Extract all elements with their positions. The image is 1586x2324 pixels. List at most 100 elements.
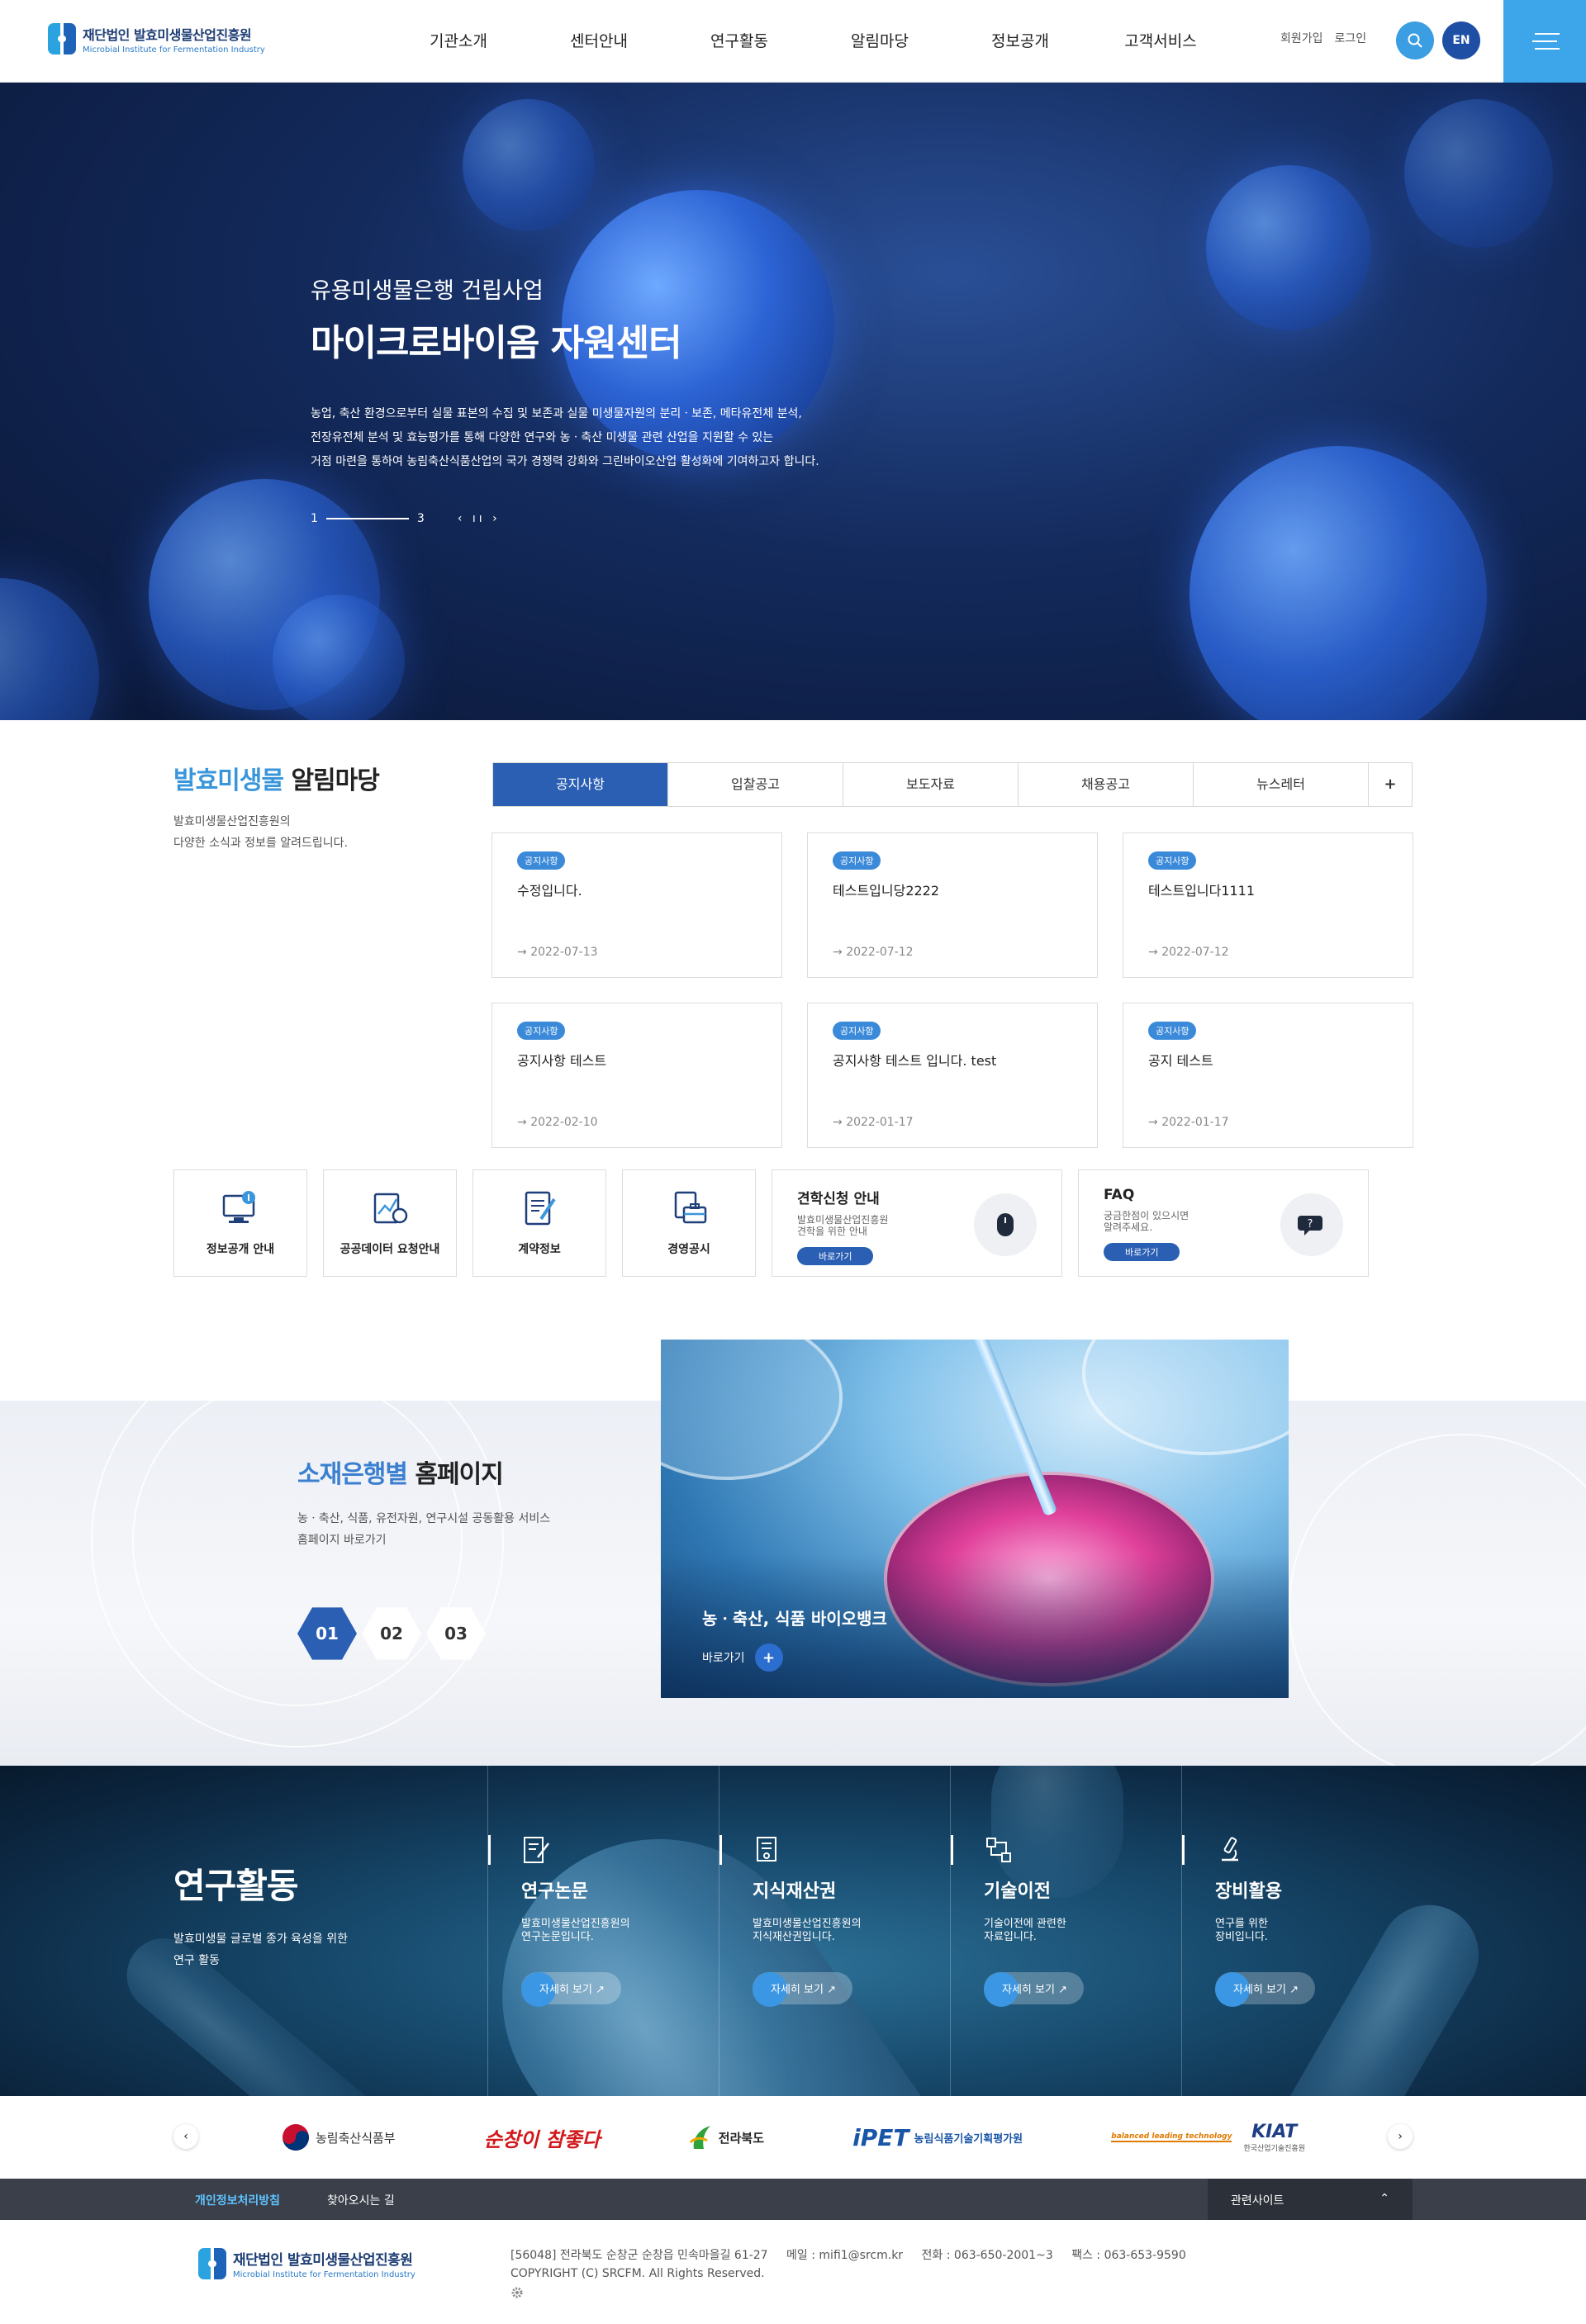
- quick-contract[interactable]: 계약정보: [472, 1169, 606, 1277]
- notice-card[interactable]: 공지사항 수정입니다. → 2022-07-13: [491, 832, 782, 978]
- notice-card-title: 공지사항 테스트: [517, 1053, 607, 1069]
- transfer-icon: [986, 1838, 1011, 1862]
- hero-subtitle: 유용미생물은행 건립사업: [311, 278, 544, 304]
- logo-title: 재단법인 발효미생물산업진흥원: [83, 26, 252, 43]
- biobank-caption: 농ㆍ축산, 식품 바이오뱅크: [702, 1609, 887, 1629]
- contract-pen-icon: [525, 1191, 556, 1226]
- hero-banner: 유용미생물은행 건립사업 마이크로바이옴 자원센터 농업, 축산 환경으로부터 …: [0, 83, 1586, 720]
- tab-more-button[interactable]: +: [1369, 763, 1412, 806]
- research-tech-more-button[interactable]: 자세히 보기 ↗: [984, 1972, 1084, 2007]
- quick-public-data[interactable]: 공공데이터 요청안내: [323, 1169, 457, 1277]
- notice-title: 발효미생물 알림마당: [173, 766, 380, 795]
- research-equipment: 장비활용 연구를 위한 장비입니다. 자세히 보기 ↗: [1181, 1766, 1413, 2096]
- research-heading: 연구활동 발효미생물 글로벌 종가 육성을 위한 연구 활동: [173, 1858, 348, 1971]
- notice-card-title: 테스트입니다1111: [1148, 883, 1256, 899]
- footer-email: 메일 : mifi1@srcm.kr: [786, 2249, 904, 2262]
- biobank-page-3[interactable]: 03: [426, 1607, 486, 1660]
- research-description: 발효미생물 글로벌 종가 육성을 위한 연구 활동: [173, 1933, 348, 1967]
- visit-go-button[interactable]: 바로가기: [797, 1247, 874, 1265]
- hamburger-icon: [1535, 33, 1560, 35]
- notice-badge: 공지사항: [1148, 851, 1197, 870]
- signup-link[interactable]: 회원가입: [1280, 30, 1323, 46]
- notice-card-date: → 2022-01-17: [1148, 1116, 1229, 1129]
- faq-box: FAQ 궁금한점이 있으시면 알려주세요. 바로가기 ?: [1078, 1169, 1369, 1277]
- biobank-more-link[interactable]: 바로가기 +: [702, 1643, 783, 1672]
- jeonbuk-mark-icon: [689, 2126, 710, 2149]
- tab-newsletter[interactable]: 뉴스레터: [1194, 763, 1369, 806]
- partner-jeonbuk-logo[interactable]: 전라북도: [689, 2124, 764, 2151]
- notice-card-title: 공지사항 테스트 입니다. test: [833, 1053, 997, 1069]
- directions-link[interactable]: 찾아오시는 길: [327, 2192, 395, 2208]
- tab-recruit[interactable]: 채용공고: [1019, 763, 1194, 806]
- privacy-policy-link[interactable]: 개인정보처리방침: [195, 2192, 280, 2208]
- nav-item-research[interactable]: 연구활동: [669, 0, 810, 83]
- footer-bar: 개인정보처리방침 찾아오시는 길 관련사이트 ⌃: [0, 2179, 1586, 2220]
- research-ip-more-button[interactable]: 자세히 보기 ↗: [753, 1972, 852, 2007]
- notice-card-date: → 2022-01-17: [833, 1116, 914, 1129]
- notice-card[interactable]: 공지사항 공지사항 테스트 → 2022-02-10: [491, 1003, 782, 1148]
- nav-item-disclosure[interactable]: 정보공개: [950, 0, 1090, 83]
- footer-tel: 전화 : 063-650-2001~3: [921, 2249, 1053, 2262]
- chat-question-icon: ?: [1298, 1216, 1322, 1236]
- quick-management[interactable]: 경영공시: [622, 1169, 756, 1277]
- nav-item-about[interactable]: 기관소개: [388, 0, 529, 83]
- footer-fax: 팩스 : 063-653-9590: [1071, 2249, 1186, 2262]
- notice-badge: 공지사항: [833, 851, 881, 870]
- notice-card-title: 수정입니다.: [517, 883, 582, 899]
- nav-item-customer[interactable]: 고객서비스: [1090, 0, 1231, 83]
- site-footer: 재단법인 발효미생물산업진흥원 Microbial Institute for …: [0, 2220, 1586, 2324]
- hero-page-total: 3: [416, 512, 425, 525]
- notice-card-date: → 2022-02-10: [517, 1116, 598, 1129]
- tab-press[interactable]: 보도자료: [843, 763, 1019, 806]
- hero-slide-controls[interactable]: ‹ ıı ›: [458, 512, 501, 525]
- tab-bid[interactable]: 입찰공고: [668, 763, 843, 806]
- hero-pagination: 1 3 ‹ ıı ›: [311, 512, 501, 525]
- nav-item-center[interactable]: 센터안내: [529, 0, 669, 83]
- footer-logo: 재단법인 발효미생물산업진흥원 Microbial Institute for …: [198, 2248, 415, 2279]
- partner-mafra-logo[interactable]: 농림축산식품부: [281, 2122, 396, 2152]
- research-paper-more-button[interactable]: 자세히 보기 ↗: [521, 1972, 621, 2007]
- research-title: 연구활동: [173, 1866, 299, 1906]
- biobank-page-1[interactable]: 01: [297, 1607, 357, 1660]
- partner-kiat-logo[interactable]: balanced leading technology KIAT 한국산업기술진…: [1111, 2122, 1305, 2153]
- biobank-description: 농ㆍ축산, 식품, 유전자원, 연구시설 공동활용 서비스 홈페이지 바로가기: [297, 1512, 551, 1547]
- quick-links: 정보공개 안내 공공데이터 요청안내 계약정보 경영공시 견학신청 안내 발효미…: [173, 1169, 1413, 1277]
- gear-icon[interactable]: [510, 2286, 524, 2299]
- chevron-up-icon: ⌃: [1379, 2192, 1389, 2205]
- notice-badge: 공지사항: [517, 851, 566, 870]
- ipet-mark: iPET: [852, 2123, 909, 2151]
- notice-badge: 공지사항: [833, 1022, 881, 1040]
- notice-card[interactable]: 공지사항 테스트입니다1111 → 2022-07-12: [1123, 832, 1413, 978]
- research-equipment-more-button[interactable]: 자세히 보기 ↗: [1215, 1972, 1315, 2007]
- notice-card-title: 테스트입니당2222: [833, 883, 940, 899]
- notice-card[interactable]: 공지사항 테스트입니당2222 → 2022-07-12: [807, 832, 1098, 978]
- footer-copyright: COPYRIGHT (C) SRCFM. All Rights Reserved…: [510, 2267, 765, 2280]
- microscope-icon: [1222, 1837, 1238, 1862]
- tab-notice[interactable]: 공지사항: [493, 763, 668, 806]
- partners-prev-button[interactable]: ‹: [173, 2124, 198, 2149]
- site-logo[interactable]: 재단법인 발효미생물산업진흥원 Microbial Institute for …: [48, 23, 265, 55]
- notice-card[interactable]: 공지사항 공지사항 테스트 입니다. test → 2022-01-17: [807, 1003, 1098, 1148]
- research-tech-transfer: 기술이전 기술이전에 관련한 자료입니다. 자세히 보기 ↗: [950, 1766, 1181, 2096]
- biobank-page-2[interactable]: 02: [362, 1607, 421, 1660]
- language-button[interactable]: EN: [1442, 21, 1480, 59]
- partner-ipet-logo[interactable]: iPET 농림식품기술기획평가원: [852, 2124, 1023, 2151]
- login-link[interactable]: 로그인: [1335, 30, 1367, 46]
- logo-subtitle: Microbial Institute for Fermentation Ind…: [83, 45, 265, 55]
- notice-card-date: → 2022-07-13: [517, 946, 598, 959]
- partner-sunchang-logo[interactable]: 순창이 참좋다: [484, 2123, 601, 2152]
- nav-item-news[interactable]: 알림마당: [810, 0, 950, 83]
- notice-card-title: 공지 테스트: [1148, 1053, 1213, 1069]
- related-sites-dropdown[interactable]: 관련사이트 ⌃: [1208, 2179, 1413, 2220]
- partners-next-button[interactable]: ›: [1388, 2124, 1413, 2149]
- document-edit-icon: [524, 1837, 549, 1863]
- footer-info: [56048] 전라북도 순창군 순창읍 민속마을길 61-27 메일 : mi…: [510, 2246, 1201, 2305]
- notice-card[interactable]: 공지사항 공지 테스트 → 2022-01-17: [1123, 1003, 1413, 1148]
- search-button[interactable]: [1396, 21, 1434, 59]
- quick-info-disclosure[interactable]: 정보공개 안내: [173, 1169, 307, 1277]
- faq-go-button[interactable]: 바로가기: [1104, 1243, 1180, 1261]
- research-ip: 지식재산권 발효미생물산업진흥원의 지식재산권입니다. 자세히 보기 ↗: [719, 1766, 950, 2096]
- biobank-title: 소재은행별 홈페이지: [297, 1460, 504, 1489]
- sitemap-menu-button[interactable]: [1503, 0, 1586, 83]
- hero-description: 농업, 축산 환경으로부터 실물 표본의 수집 및 보존과 실물 미생물자원의 …: [311, 407, 819, 468]
